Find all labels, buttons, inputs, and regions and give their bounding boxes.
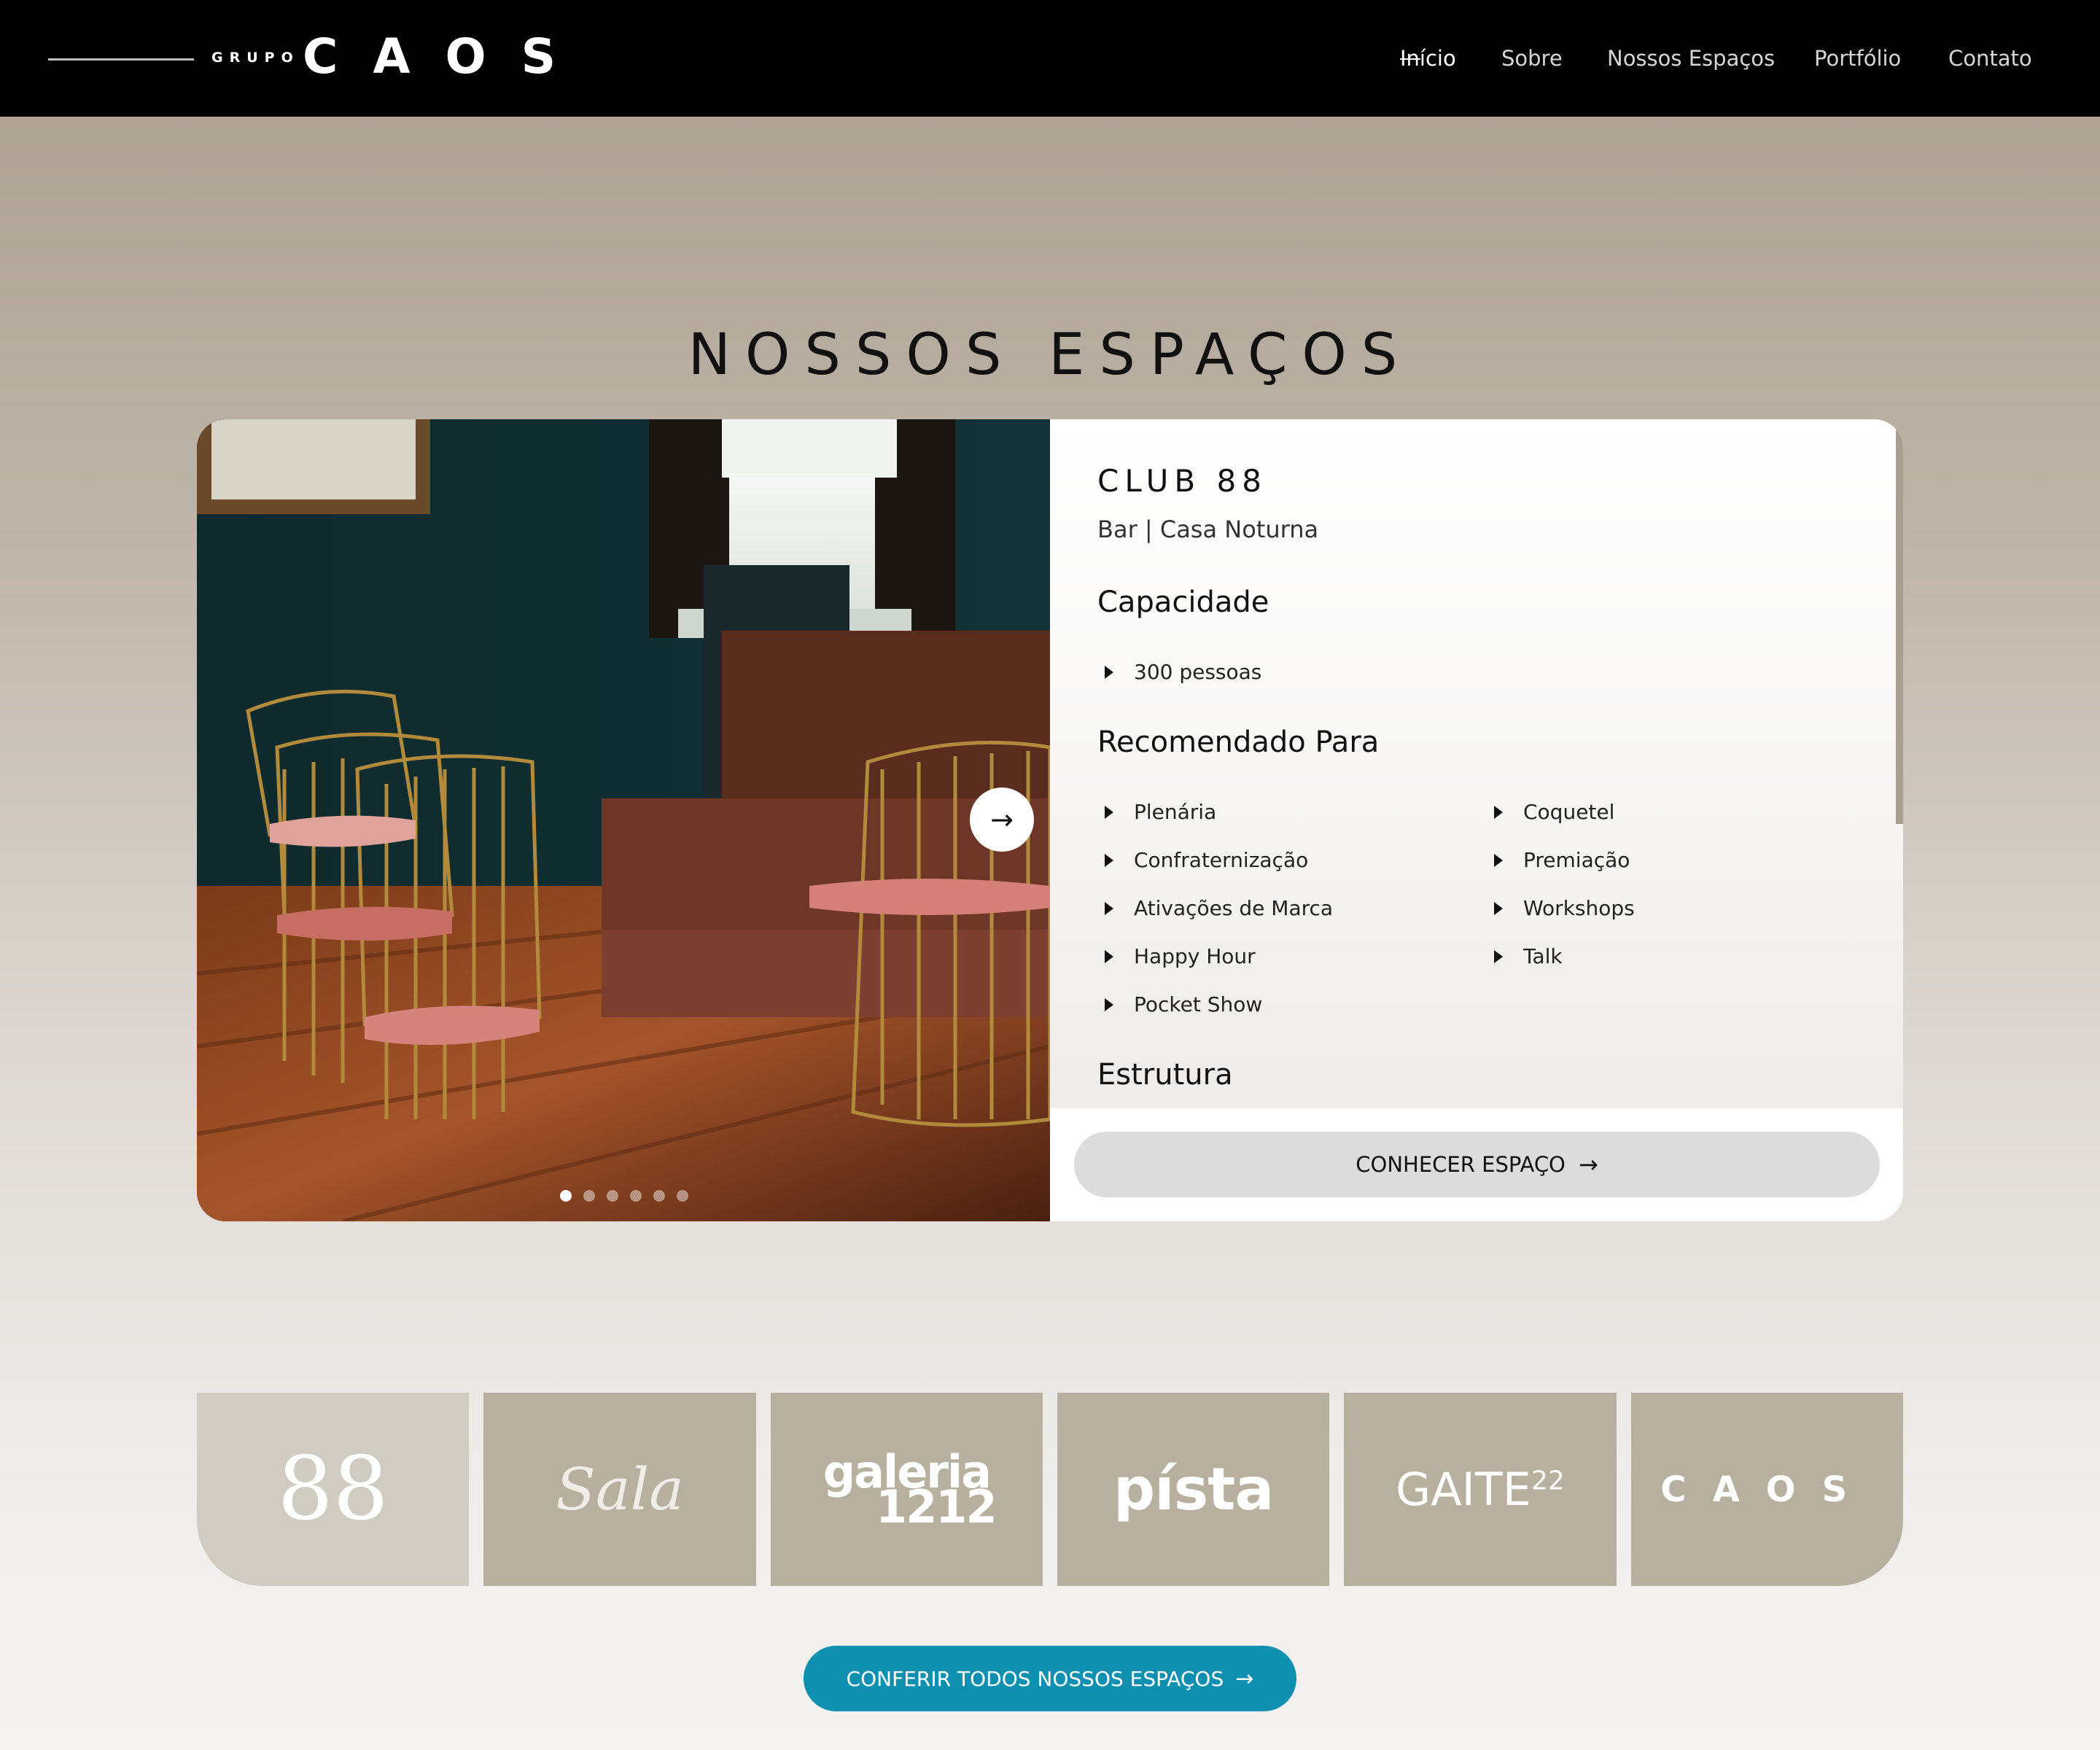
conferir-todos-espacos-button[interactable]: CONFERIR TODOS NOSSOS ESPAÇOS → [804,1646,1296,1711]
recommended-item: Coquetel [1494,800,1614,824]
recommended-item: Talk [1494,944,1563,968]
tile-galeria-1212[interactable]: galeria 1212 [770,1393,1043,1586]
venue-info-panel[interactable]: CLUB 88 Bar | Casa Noturna Capacidade 30… [1050,419,1903,1108]
recommended-item: Confraternização [1105,848,1308,872]
carousel-next-button[interactable]: → [970,788,1034,852]
carousel-dot[interactable] [630,1190,642,1202]
all-spaces-label: CONFERIR TODOS NOSSOS ESPAÇOS [846,1666,1224,1691]
venue-card: → CLUB 88 Bar | Casa Noturna Capacidade … [197,419,1903,1221]
structure-heading: Estrutura [1097,1058,1233,1092]
capacity-value: 300 pessoas [1134,660,1262,684]
tile-gaite-22[interactable]: GAITE22 [1344,1393,1617,1586]
triangle-bullet-icon [1105,665,1113,679]
logo-name[interactable]: CAOS [303,28,591,86]
triangle-bullet-icon [1494,949,1503,963]
nav-item-contato[interactable]: Contato [1948,44,2032,73]
recommended-item: Workshops [1494,896,1635,920]
carousel-dot[interactable] [583,1190,595,1202]
section-title: NOSSOS ESPAÇOS [688,322,1412,389]
triangle-bullet-icon [1494,901,1503,915]
tile-label: galeria 1212 [822,1444,998,1533]
venue-name: CLUB 88 [1097,463,1267,499]
capacity-item: 300 pessoas [1105,660,1261,684]
venue-photo-carousel[interactable]: → [197,419,1050,1221]
tile-label: GAITE22 [1396,1463,1565,1516]
cta-area: CONHECER ESPAÇO → [1050,1108,1903,1221]
venue-photo [197,419,1050,1221]
logo-prefix[interactable]: GRUPO [211,50,300,66]
carousel-dot[interactable] [560,1190,572,1202]
conhecer-espaco-button[interactable]: CONHECER ESPAÇO → [1074,1132,1880,1197]
tile-label: písta [1113,1455,1275,1523]
tile-label: 88 [277,1439,389,1540]
tile-club-88[interactable]: 88 [197,1393,470,1586]
recommended-item: Premiação [1494,848,1630,872]
nav-item-inicio[interactable]: Início [1400,44,1456,73]
recommended-heading: Recomendado Para [1097,726,1380,759]
logo-divider-line [48,58,194,61]
triangle-bullet-icon [1494,853,1503,867]
recommended-item: Happy Hour [1105,944,1256,968]
recommended-item: Plenária [1105,800,1216,824]
recommended-item: Ativações de Marca [1105,896,1333,920]
recommended-item: Pocket Show [1105,992,1262,1016]
carousel-dot[interactable] [607,1190,618,1202]
triangle-bullet-icon [1105,805,1113,819]
nav-item-portfolio[interactable]: Portfólio [1814,44,1901,73]
info-scrollbar[interactable] [1896,419,1903,824]
arrow-right-icon: → [1235,1665,1254,1692]
triangle-bullet-icon [1494,805,1503,819]
cta-label: CONHECER ESPAÇO [1356,1152,1566,1177]
arrow-right-icon: → [1578,1151,1598,1178]
tile-label: Sala [556,1455,684,1523]
triangle-bullet-icon [1105,853,1113,867]
tile-label: CAOS [1660,1469,1874,1510]
venue-type: Bar | Casa Noturna [1097,516,1319,543]
triangle-bullet-icon [1105,949,1113,963]
tile-sala[interactable]: Sala [483,1393,756,1586]
carousel-dot[interactable] [653,1190,665,1202]
venue-tiles: 88 Sala galeria 1212 písta GAITE22 CAOS [197,1393,1903,1586]
nav-item-nossos-espacos[interactable]: Nossos Espaços [1607,44,1775,73]
triangle-bullet-icon [1105,998,1113,1011]
top-navigation-bar: GRUPO CAOS Início Sobre Nossos Espaços P… [0,0,2100,117]
carousel-indicators [560,1190,688,1202]
tile-caos[interactable]: CAOS [1630,1393,1903,1586]
nav-item-sobre[interactable]: Sobre [1501,44,1563,73]
capacity-heading: Capacidade [1097,586,1269,619]
carousel-dot[interactable] [677,1190,688,1202]
tile-pista[interactable]: písta [1057,1393,1330,1586]
triangle-bullet-icon [1105,901,1113,915]
arrow-right-icon: → [990,804,1014,836]
